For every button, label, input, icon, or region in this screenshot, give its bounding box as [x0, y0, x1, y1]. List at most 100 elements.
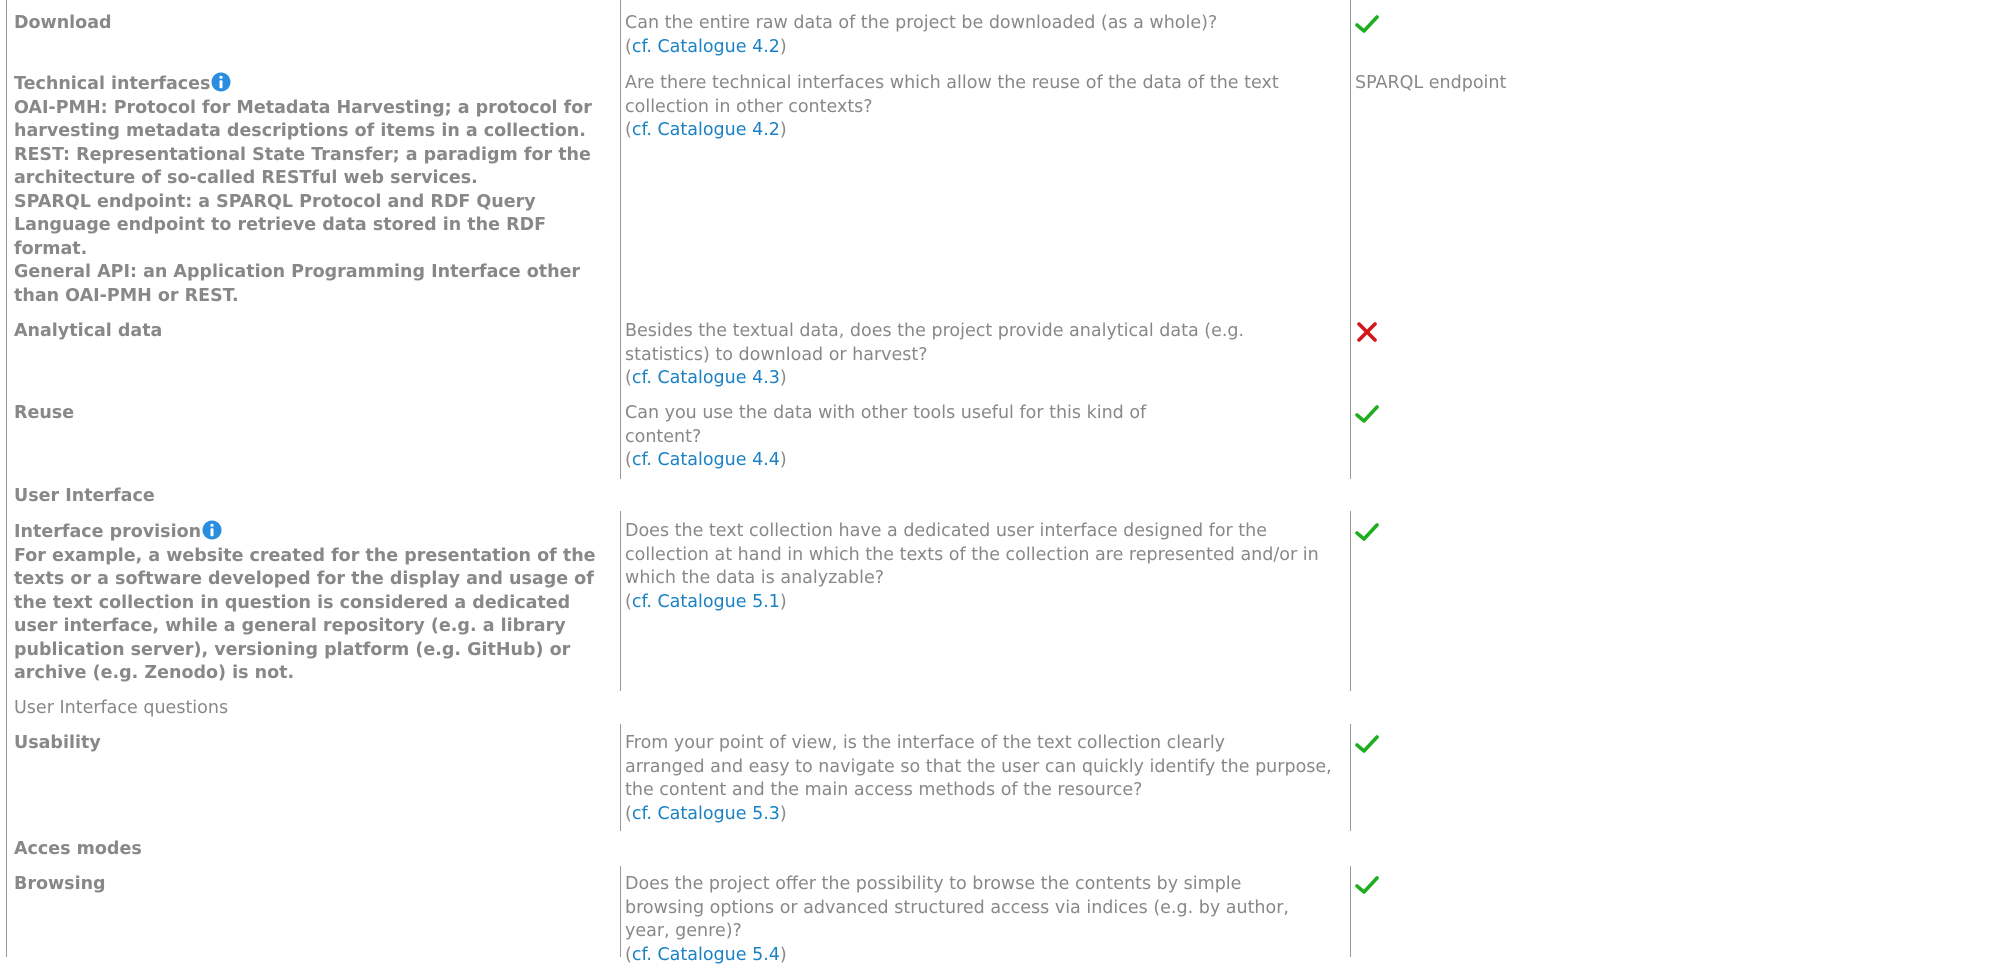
divider-question-4 [620, 866, 621, 957]
ref-paren-open: ( [625, 592, 632, 612]
divider-question-1 [620, 0, 621, 479]
catalogue-link[interactable]: cf. Catalogue 5.1 [632, 592, 780, 612]
question-text: Does the text collection have a dedicate… [625, 520, 1345, 544]
criterion-title: Usability [14, 733, 101, 753]
info-line: REST: Representational State Transfer; a… [14, 144, 614, 168]
ref-paren-close: ) [780, 945, 787, 965]
question-text: Does the project offer the possibility t… [625, 873, 1345, 897]
ref-paren-close: ) [780, 37, 787, 57]
row-usability-label: Usability [14, 732, 614, 756]
divider-question-2 [620, 511, 621, 691]
row-download-question: Can the entire raw data of the project b… [625, 12, 1345, 59]
criterion-title: Browsing [14, 874, 106, 894]
question-text: collection at hand in which the texts of… [625, 544, 1345, 568]
row-reuse-answer [1355, 402, 1735, 434]
row-reuse-question: Can you use the data with other tools us… [625, 402, 1345, 473]
info-line: harvesting metadata descriptions of item… [14, 120, 614, 144]
row-analytical-label: Analytical data [14, 320, 614, 344]
row-interface-provision-answer [1355, 520, 1735, 552]
ref-paren-open: ( [625, 37, 632, 57]
catalogue-link[interactable]: cf. Catalogue 4.3 [632, 368, 780, 388]
row-usability-answer [1355, 732, 1735, 764]
catalogue-reference: (cf. Catalogue 4.3) [625, 367, 1345, 391]
divider-question-3 [620, 724, 621, 831]
question-text: content? [625, 426, 1345, 450]
question-text: statistics) to download or harvest? [625, 344, 1345, 368]
ref-paren-open: ( [625, 945, 632, 965]
catalogue-link[interactable]: cf. Catalogue 4.2 [632, 37, 780, 57]
divider-answer-3 [1350, 724, 1351, 831]
check-icon [1355, 402, 1379, 426]
info-line: General API: an Application Programming … [14, 261, 614, 285]
divider-answer-2 [1350, 511, 1351, 691]
check-icon [1355, 732, 1379, 756]
question-text: arranged and easy to navigate so that th… [625, 756, 1345, 780]
row-browsing-question: Does the project offer the possibility t… [625, 873, 1345, 967]
catalogue-link[interactable]: cf. Catalogue 4.2 [632, 120, 780, 140]
catalogue-reference: (cf. Catalogue 5.1) [625, 591, 1345, 615]
info-line: For example, a website created for the p… [14, 545, 614, 569]
check-icon [1355, 873, 1379, 897]
cross-icon [1355, 320, 1379, 344]
question-text: which the data is analyzable? [625, 567, 1345, 591]
catalogue-link[interactable]: cf. Catalogue 5.3 [632, 804, 780, 824]
info-line: archive (e.g. Zenodo) is not. [14, 662, 614, 686]
divider-answer-1 [1350, 0, 1351, 479]
criterion-title: Download [14, 13, 112, 33]
ref-paren-close: ) [780, 368, 787, 388]
info-icon[interactable] [211, 72, 231, 92]
info-line: than OAI-PMH or REST. [14, 285, 614, 309]
info-line: architecture of so-called RESTful web se… [14, 167, 614, 191]
ref-paren-close: ) [780, 804, 787, 824]
question-text: Can the entire raw data of the project b… [625, 12, 1345, 36]
ref-paren-close: ) [780, 592, 787, 612]
info-line: publication server), versioning platform… [14, 639, 614, 663]
criterion-title: Analytical data [14, 321, 162, 341]
section-access-modes: Acces modes [14, 838, 142, 862]
row-browsing-answer [1355, 873, 1735, 905]
row-download-answer [1355, 12, 1735, 44]
catalogue-link[interactable]: cf. Catalogue 5.4 [632, 945, 780, 965]
ref-paren-open: ( [625, 804, 632, 824]
criterion-title: Reuse [14, 403, 74, 423]
ref-paren-open: ( [625, 120, 632, 140]
info-line: the text collection in question is consi… [14, 592, 614, 616]
catalogue-link[interactable]: cf. Catalogue 4.4 [632, 450, 780, 470]
row-analytical-question: Besides the textual data, does the proje… [625, 320, 1345, 391]
catalogue-reference: (cf. Catalogue 5.3) [625, 803, 1345, 827]
left-border [6, 0, 7, 957]
question-text: year, genre)? [625, 920, 1345, 944]
info-line: texts or a software developed for the di… [14, 568, 614, 592]
check-icon [1355, 520, 1379, 544]
section-user-interface: User Interface [14, 485, 155, 509]
catalogue-reference: (cf. Catalogue 4.4) [625, 449, 1345, 473]
divider-answer-4 [1350, 866, 1351, 957]
criterion-heading: Interface provision [14, 520, 614, 545]
info-line: format. [14, 238, 614, 262]
info-icon[interactable] [202, 520, 222, 540]
question-text: collection in other contexts? [625, 96, 1345, 120]
info-line: user interface, while a general reposito… [14, 615, 614, 639]
check-icon [1355, 12, 1379, 36]
row-browsing-label: Browsing [14, 873, 614, 897]
question-text: the content and the main access methods … [625, 779, 1345, 803]
ref-paren-close: ) [780, 450, 787, 470]
question-text: browsing options or advanced structured … [625, 897, 1345, 921]
info-line: OAI-PMH: Protocol for Metadata Harvestin… [14, 97, 614, 121]
criterion-title: Technical interfaces [14, 74, 210, 94]
row-interface-provision-label: Interface provision For example, a websi… [14, 520, 614, 686]
row-technical-label: Technical interfaces OAI-PMH: Protocol f… [14, 72, 614, 308]
ref-paren-open: ( [625, 450, 632, 470]
row-technical-answer: SPARQL endpoint [1355, 72, 1735, 96]
catalogue-evaluation-table: Download Can the entire raw data of the … [0, 0, 2009, 957]
section-user-interface-questions: User Interface questions [14, 697, 228, 721]
row-technical-question: Are there technical interfaces which all… [625, 72, 1345, 143]
criterion-heading: Technical interfaces [14, 72, 614, 97]
row-download-label: Download [14, 12, 614, 36]
question-text: Are there technical interfaces which all… [625, 72, 1345, 96]
question-text: From your point of view, is the interfac… [625, 732, 1345, 756]
ref-paren-open: ( [625, 368, 632, 388]
row-usability-question: From your point of view, is the interfac… [625, 732, 1345, 826]
row-analytical-answer [1355, 320, 1735, 352]
catalogue-reference: (cf. Catalogue 5.4) [625, 944, 1345, 967]
